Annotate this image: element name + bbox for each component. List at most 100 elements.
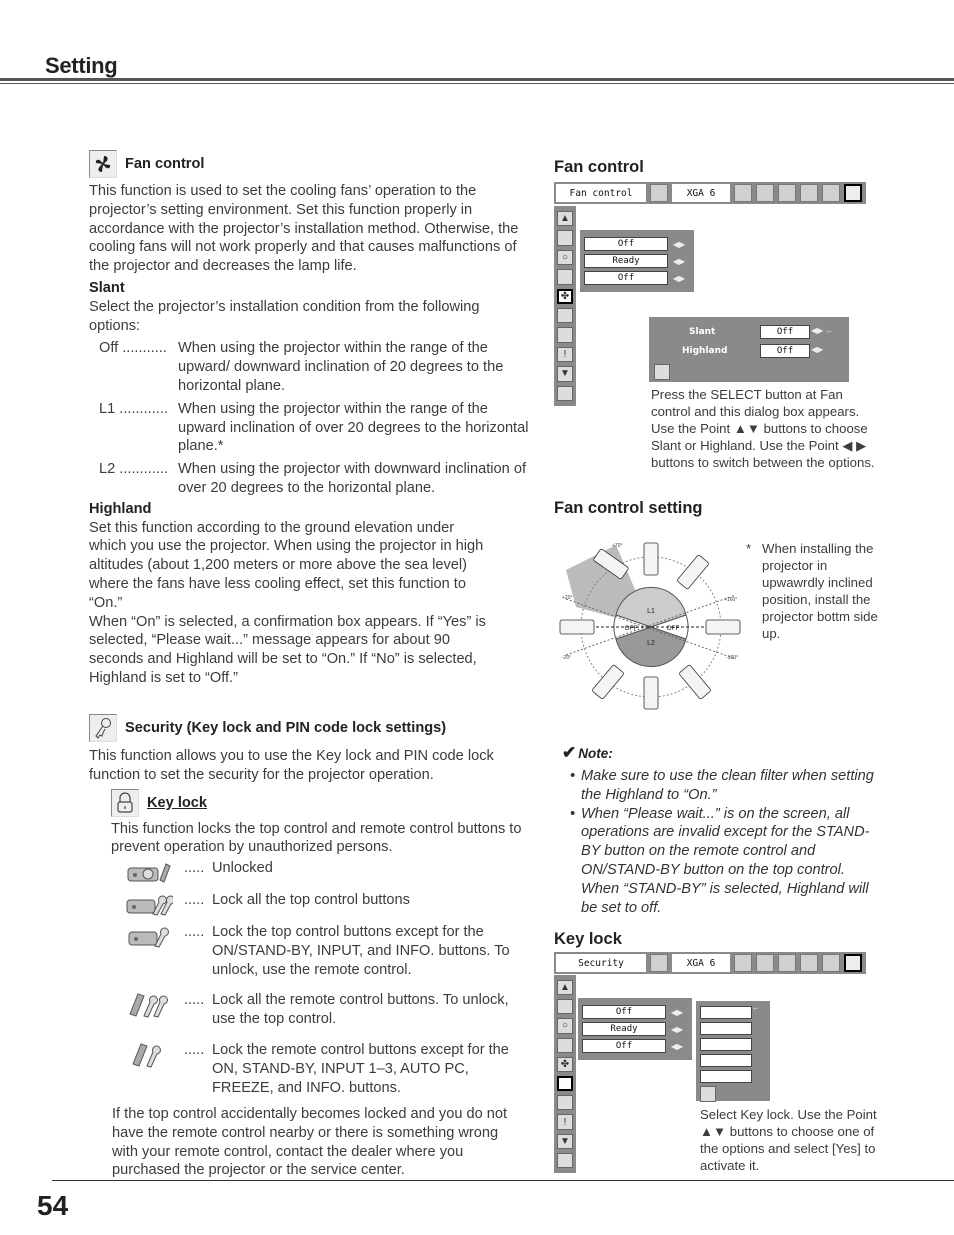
fan-setting-footnote: * When installing the projector in upwaw… [746,540,886,642]
note-item: • When “Please wait...” is on the screen… [562,805,882,918]
key-icon [89,714,117,742]
dialog-value[interactable]: Off [760,325,810,339]
slant-intro: Select the projector’s installation cond… [89,298,480,334]
fan-control-caption: Press the SELECT button at Fan control a… [651,387,875,470]
exit-icon[interactable] [557,1152,573,1168]
computer-icon[interactable] [734,184,752,202]
image-adjust-icon[interactable] [778,954,796,972]
key-lock-footer-text: If the top control accidentally becomes … [112,1106,508,1179]
fan-control-fig-heading: Fan control [554,158,644,176]
option-key: Off ........... [99,340,167,357]
key-lock-options: ..... Unlocked ..... Lock all the top co… [114,859,534,1101]
down-arrow-icon[interactable]: ▼ [557,1133,573,1149]
screen-icon[interactable] [800,184,818,202]
left-right-arrows-icon[interactable]: ◀▶ [666,1042,688,1051]
setting-icon[interactable] [844,954,862,972]
left-right-arrows-icon[interactable]: ◀▶ [668,240,690,249]
note-item-text: When “Please wait...” is on the screen, … [581,805,870,916]
slant-heading: Slant [89,279,125,296]
color-icon[interactable] [756,184,774,202]
option-key: L1 ............ [99,400,168,417]
projector-unlocked-icon[interactable] [700,1006,752,1019]
osd-side-menu: ▲ ○ ✤ ! ▼ [554,206,576,406]
osd-field-value[interactable]: Off [582,1039,666,1053]
left-right-arrows-icon[interactable]: ◀▶ [668,274,690,283]
sound-icon[interactable] [822,954,840,972]
warning-icon[interactable]: ! [557,1114,573,1130]
security-osd-menu: Security XGA 6 [554,952,866,974]
osd-field-panel: Off ◀▶ Ready ◀▶ Off ◀▶ [578,998,692,1060]
osd-field-value[interactable]: Off [582,1005,666,1019]
osd-field-value[interactable]: Ready [582,1022,666,1036]
highland-text: Set this function according to the groun… [89,519,484,611]
angle-label: +160° [724,597,737,603]
exit-icon[interactable] [700,1086,716,1102]
fan-control-section: Fan control This function is used to set… [89,150,534,688]
osd-side-menu: ▲ ○ ✤ ! ▼ [554,975,576,1173]
projector-double-key-icon[interactable] [700,1022,752,1035]
fan-control-intro: This function is used to set the cooling… [89,183,519,275]
input-icon[interactable] [650,184,668,202]
footnote-text: When installing the projector in upwawrd… [762,541,878,641]
menu-item-icon[interactable] [557,999,573,1015]
color-icon[interactable] [756,954,774,972]
security-section: Security (Key lock and PIN code lock set… [89,714,534,857]
remote-double-key-icon[interactable] [700,1054,752,1067]
header-rule-thin [0,83,954,84]
osd-menu-title: Security [556,954,646,972]
image-adjust-icon[interactable] [778,184,796,202]
down-arrow-icon[interactable]: ▼ [557,366,573,382]
projector-single-key-icon[interactable] [700,1038,752,1051]
zone-label: L2 [647,640,655,647]
projector-icon [592,664,624,700]
fan-icon [89,150,117,178]
osd-field-value[interactable]: Off [584,237,668,251]
osd-signal: XGA 6 [672,184,730,202]
key-lock-option: ..... Unlocked [114,859,534,891]
fan-icon[interactable]: ✤ [557,1056,573,1072]
security-title: Security (Key lock and PIN code lock set… [125,720,447,736]
power-management-icon[interactable] [557,269,573,285]
remote-double-key-icon [114,991,184,1019]
left-right-arrows-icon[interactable]: ◀▶ [666,1025,688,1034]
angle-label: +70° [612,543,622,549]
osd-field-panel: Off ◀▶ Ready ◀▶ Off ◀▶ [580,230,694,292]
computer-icon[interactable] [734,954,752,972]
screen-icon[interactable] [557,1095,573,1111]
projector-double-key-icon [114,891,184,919]
fan-icon[interactable]: ✤ [557,288,573,305]
sound-icon[interactable] [822,184,840,202]
up-arrow-icon[interactable]: ▲ [557,980,573,996]
power-management-icon[interactable] [557,1037,573,1053]
key-lock-option: ..... Lock all the top control buttons [114,891,534,923]
warning-icon[interactable]: ! [557,346,573,363]
note-box: ✔ Note: • Make sure to use the clean fil… [562,743,882,917]
bullet: • [570,805,576,822]
screen-icon[interactable] [800,954,818,972]
key-icon[interactable] [557,308,573,324]
dialog-value[interactable]: Off [760,344,810,358]
osd-field-value[interactable]: Off [584,271,668,285]
angle-label: -20° [562,655,571,661]
left-right-arrows-icon[interactable]: ◀▶ [668,257,690,266]
setting-icon[interactable] [844,184,862,202]
remote-single-key-icon[interactable] [700,1070,752,1083]
key-icon[interactable] [557,1075,573,1092]
checkmark-icon: ✔ [562,743,577,762]
menu-item-icon[interactable] [557,230,573,246]
left-right-arrows-icon[interactable]: ◀▶ ← [811,326,834,335]
exit-icon[interactable] [654,364,670,380]
key-lock-option-list: ← [696,1001,770,1102]
up-arrow-icon[interactable]: ▲ [557,211,573,227]
input-icon[interactable] [650,954,668,972]
left-right-arrows-icon[interactable]: ◀▶ [666,1008,688,1017]
lamp-icon[interactable]: ○ [557,249,573,266]
bullet: • [570,768,576,784]
selection-arrow-icon: ← [752,1003,760,1012]
lamp-icon[interactable]: ○ [557,1018,573,1034]
screen-icon[interactable] [557,327,573,343]
key-lock-fig-heading: Key lock [554,930,622,948]
exit-icon[interactable] [557,385,573,401]
left-right-arrows-icon[interactable]: ◀▶ [811,345,823,354]
osd-field-value[interactable]: Ready [584,254,668,268]
